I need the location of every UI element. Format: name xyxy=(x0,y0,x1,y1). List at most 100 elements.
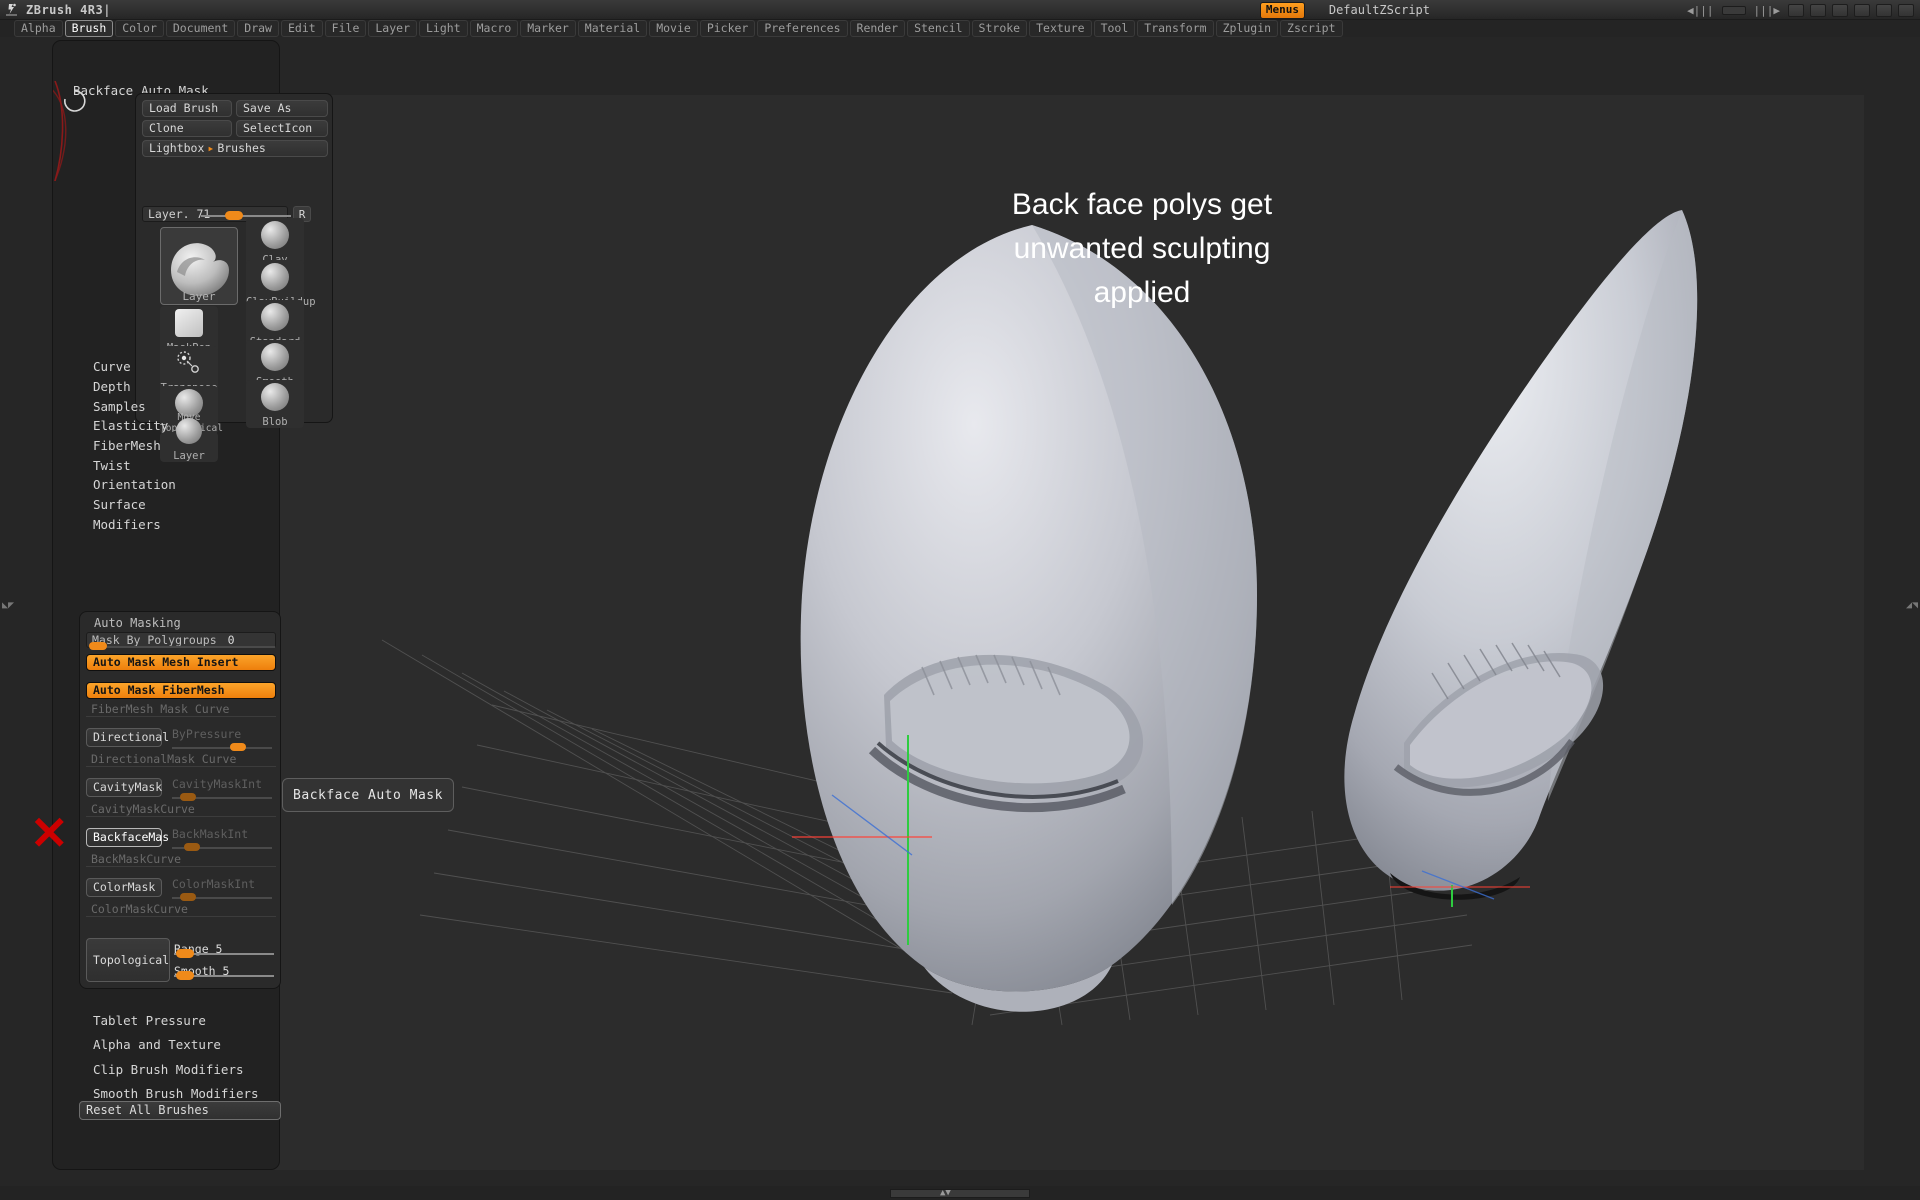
menu-item-macro[interactable]: Macro xyxy=(469,20,519,37)
prev-icon[interactable]: ◀||| xyxy=(1685,4,1716,17)
lightbox-brushes-button[interactable]: Lightbox ▸ Brushes xyxy=(142,140,328,157)
smooth-brush-icon xyxy=(261,343,289,371)
menu-item-edit[interactable]: Edit xyxy=(280,20,323,37)
by-pressure-knob[interactable] xyxy=(230,743,246,751)
menu-item-tool[interactable]: Tool xyxy=(1093,20,1136,37)
titlebar-tools: ◀||| |||▶ xyxy=(1685,0,1920,20)
menu-item-draw[interactable]: Draw xyxy=(237,20,279,37)
brush-palette-panel: Backface Auto Mask Load Brush Save As Cl… xyxy=(52,40,333,1170)
restore-icon[interactable] xyxy=(1876,3,1892,17)
menu-item-transform[interactable]: Transform xyxy=(1137,20,1214,37)
brush-section-twist[interactable]: Twist xyxy=(93,458,131,473)
brush-chooser-popup: Load Brush Save As Clone SelectIcon Ligh… xyxy=(135,93,333,462)
directional-mask-curve-label[interactable]: DirectionalMask Curve xyxy=(86,752,276,767)
menus-button[interactable]: Menus xyxy=(1259,2,1305,19)
menu-item-texture[interactable]: Texture xyxy=(1029,20,1092,37)
smooth-slider[interactable]: Smooth 5 xyxy=(174,960,276,980)
layer-slider-knob[interactable] xyxy=(225,211,243,220)
layer-slider-label: Layer. 71 xyxy=(148,207,211,221)
menu-item-marker[interactable]: Marker xyxy=(520,20,576,37)
right-edge-expand-arrow[interactable]: ◢◥ xyxy=(1906,600,1918,611)
menu-item-render[interactable]: Render xyxy=(849,20,906,37)
brush-section-curve[interactable]: Curve xyxy=(93,359,131,374)
range-slider[interactable]: Range 5 xyxy=(174,938,276,958)
dock-icon[interactable] xyxy=(1810,3,1826,17)
brush-section-clip-brush-modifiers[interactable]: Clip Brush Modifiers xyxy=(93,1062,244,1077)
brush-section-samples[interactable]: Samples xyxy=(93,399,146,414)
brush-section-alpha-and-texture[interactable]: Alpha and Texture xyxy=(93,1037,221,1052)
color-mask-curve-label[interactable]: ColorMaskCurve xyxy=(86,902,276,917)
select-icon-button[interactable]: SelectIcon xyxy=(236,120,328,137)
next-icon[interactable]: |||▶ xyxy=(1752,4,1783,17)
menu-item-brush[interactable]: Brush xyxy=(64,20,114,37)
menu-item-preferences[interactable]: Preferences xyxy=(757,20,848,37)
layout-icon[interactable] xyxy=(1788,3,1804,17)
menu-item-picker[interactable]: Picker xyxy=(699,20,756,37)
layer-slider-track xyxy=(201,215,291,217)
mask-by-polygroups-label: Mask By Polygroups xyxy=(92,633,217,647)
directional-button[interactable]: Directional xyxy=(86,728,169,747)
color-mask-int-knob[interactable] xyxy=(180,893,196,901)
reset-all-brushes-button[interactable]: Reset All Brushes xyxy=(79,1101,281,1120)
brush-section-tablet-pressure[interactable]: Tablet Pressure xyxy=(93,1013,206,1028)
menu-item-zscript[interactable]: Zscript xyxy=(1280,20,1343,37)
menu-item-color[interactable]: Color xyxy=(115,20,164,37)
menu-item-light[interactable]: Light xyxy=(419,20,468,37)
mask-by-polygroups-slider[interactable]: Mask By Polygroups 0 xyxy=(86,632,276,650)
cavity-mask-int-knob[interactable] xyxy=(180,793,196,801)
by-pressure-slider[interactable]: ByPressure xyxy=(168,728,276,747)
back-mask-int-knob[interactable] xyxy=(184,843,200,851)
sculpt-canvas[interactable]: Back face polys get unwanted sculpting a… xyxy=(272,95,1864,1170)
menu-item-material[interactable]: Material xyxy=(577,20,648,37)
blob-brush-icon xyxy=(261,383,289,411)
brush-section-depth[interactable]: Depth xyxy=(93,379,131,394)
slider-icon[interactable] xyxy=(1721,5,1746,15)
auto-masking-title: Auto Masking xyxy=(94,616,181,630)
menu-item-zplugin[interactable]: Zplugin xyxy=(1215,20,1279,37)
menu-item-alpha[interactable]: Alpha xyxy=(14,20,63,37)
auto-mask-fibermesh-button[interactable]: Auto Mask FiberMesh xyxy=(86,682,276,699)
fibermesh-mask-curve-label[interactable]: FiberMesh Mask Curve xyxy=(86,702,276,717)
horizontal-scrollbar[interactable] xyxy=(890,1189,1030,1198)
auto-mask-mesh-insert-button[interactable]: Auto Mask Mesh Insert xyxy=(86,654,276,671)
save-as-button[interactable]: Save As xyxy=(236,100,328,117)
left-edge-expand-arrow[interactable]: ◣◤ xyxy=(2,600,14,611)
close-icon[interactable] xyxy=(1898,3,1914,17)
range-knob[interactable] xyxy=(176,949,194,958)
brush-section-modifiers[interactable]: Modifiers xyxy=(93,517,161,532)
cavity-mask-curve-label[interactable]: CavityMaskCurve xyxy=(86,802,276,817)
topological-button[interactable]: Topological xyxy=(86,938,170,982)
transpose-brush-icon xyxy=(175,349,203,377)
lightbox-label: Lightbox xyxy=(149,141,205,155)
brush-cell-blob[interactable]: Blob xyxy=(246,380,304,428)
clone-button[interactable]: Clone xyxy=(142,120,232,137)
menu-item-stencil[interactable]: Stencil xyxy=(907,20,970,37)
back-mask-curve-label[interactable]: BackMaskCurve xyxy=(86,852,276,867)
mask-by-polygroups-knob[interactable] xyxy=(89,642,107,650)
menu-item-movie[interactable]: Movie xyxy=(649,20,698,37)
sculpt-model-right xyxy=(1344,210,1698,907)
selected-brush-thumbnail[interactable]: Layer xyxy=(160,227,238,305)
brush-section-smooth-brush-modifiers[interactable]: Smooth Brush Modifiers xyxy=(93,1086,259,1101)
brush-section-fibermesh[interactable]: FiberMesh xyxy=(93,438,161,453)
brush-cell-layer-bottom[interactable]: Layer xyxy=(160,418,218,462)
red-x-annotation: ✕ xyxy=(30,807,69,859)
menu-item-document[interactable]: Document xyxy=(165,20,236,37)
menu-item-stroke[interactable]: Stroke xyxy=(971,20,1028,37)
brush-cursor-ring-icon xyxy=(53,81,86,181)
backface-mask-button[interactable]: BackfaceMas xyxy=(86,828,169,847)
color-mask-button[interactable]: ColorMask xyxy=(86,878,162,897)
brush-section-orientation[interactable]: Orientation xyxy=(93,477,176,492)
lock-icon[interactable] xyxy=(1832,3,1848,17)
load-brush-button[interactable]: Load Brush xyxy=(142,100,232,117)
scroll-arrows-icon[interactable]: ▲▼ xyxy=(940,1188,951,1198)
minimize-icon[interactable] xyxy=(1854,3,1870,17)
brush-section-elasticity[interactable]: Elasticity xyxy=(93,418,168,433)
smooth-knob[interactable] xyxy=(176,971,194,980)
brush-cell-clay[interactable]: Clay xyxy=(246,218,304,266)
menu-item-layer[interactable]: Layer xyxy=(368,20,417,37)
brush-section-surface[interactable]: Surface xyxy=(93,497,146,512)
cavity-mask-button[interactable]: CavityMask xyxy=(86,778,162,797)
selected-brush-label: Layer xyxy=(182,290,216,303)
menu-item-file[interactable]: File xyxy=(324,20,367,37)
